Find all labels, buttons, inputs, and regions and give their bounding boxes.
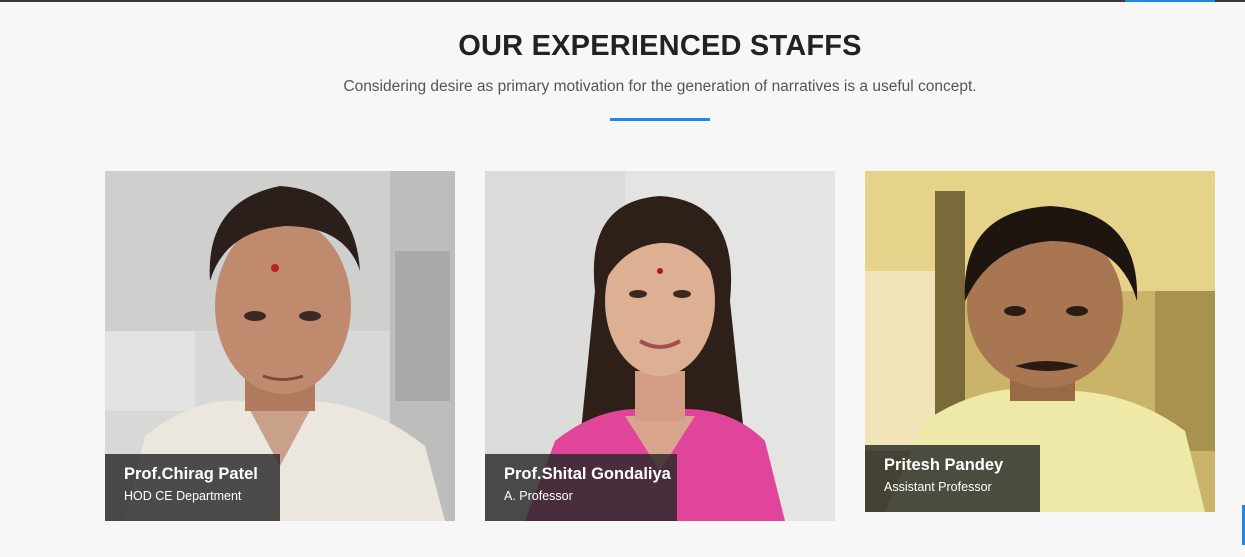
staff-card-2[interactable]: Prof.Shital Gondaliya A. Professor: [485, 171, 835, 521]
active-nav-indicator: [1125, 0, 1215, 2]
section-subtitle: Considering desire as primary motivation…: [343, 78, 977, 95]
staff-name[interactable]: Prof.Shital Gondaliya: [504, 464, 671, 484]
staff-caption-1: Prof.Chirag Patel HOD CE Department: [105, 454, 280, 521]
staff-caption-2: Prof.Shital Gondaliya A. Professor: [485, 454, 677, 521]
staff-name[interactable]: Prof.Chirag Patel: [124, 464, 260, 484]
section-title: OUR EXPERIENCED STAFFS: [458, 30, 862, 62]
staff-caption-3: Pritesh Pandey Assistant Professor: [865, 445, 1040, 512]
staff-card-3[interactable]: Pritesh Pandey Assistant Professor: [865, 171, 1215, 512]
staff-role: Assistant Professor: [884, 480, 992, 494]
title-divider: [610, 118, 710, 121]
staff-role: A. Professor: [504, 489, 573, 503]
staff-role: HOD CE Department: [124, 489, 242, 503]
header-rule: [0, 0, 1245, 2]
staff-card-1[interactable]: Prof.Chirag Patel HOD CE Department: [105, 171, 455, 521]
staff-name[interactable]: Pritesh Pandey: [884, 455, 1020, 475]
